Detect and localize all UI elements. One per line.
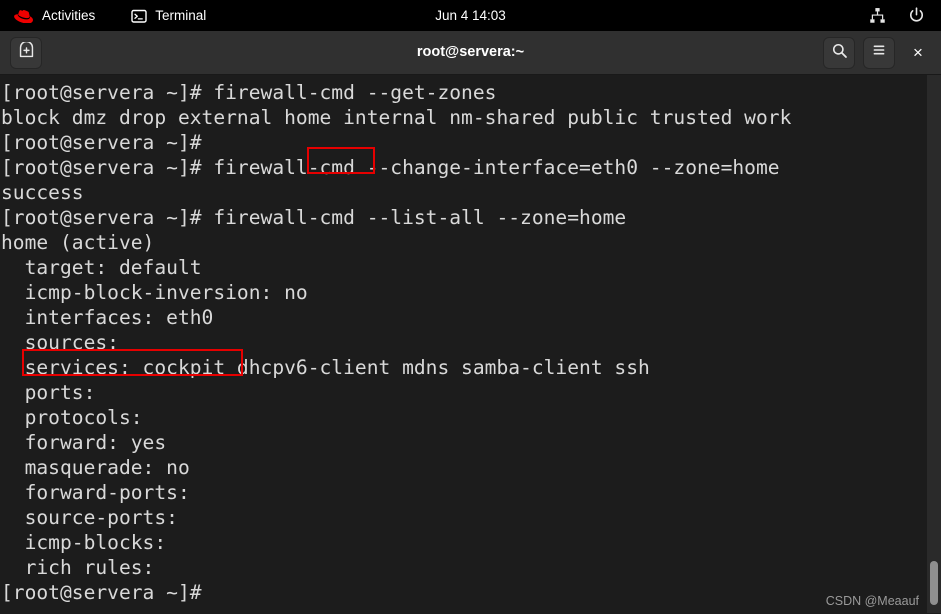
terminal-scrollbar[interactable] bbox=[927, 75, 941, 613]
new-tab-button[interactable] bbox=[10, 36, 42, 69]
activities-button[interactable]: Activities bbox=[0, 0, 105, 31]
terminal-line: rich rules: bbox=[1, 556, 155, 579]
terminal-line: block dmz drop external home internal nm… bbox=[1, 106, 792, 129]
power-icon[interactable] bbox=[908, 7, 925, 24]
terminal-line: icmp-blocks: bbox=[1, 531, 167, 554]
terminal-line: icmp-block-inversion: no bbox=[1, 281, 308, 304]
search-icon bbox=[831, 42, 848, 64]
window-header-bar: root@servera:~ × bbox=[0, 31, 941, 75]
terminal-line: services: cockpit dhcpv6-client mdns sam… bbox=[1, 356, 650, 379]
terminal-line: source-ports: bbox=[1, 506, 178, 529]
menu-button[interactable] bbox=[863, 36, 895, 69]
terminal-body[interactable]: [root@servera ~]# firewall-cmd --get-zon… bbox=[0, 75, 941, 613]
terminal-line: forward-ports: bbox=[1, 481, 190, 504]
app-menu-button[interactable]: Terminal bbox=[121, 0, 216, 31]
app-menu-label: Terminal bbox=[155, 8, 207, 23]
redhat-logo-icon bbox=[14, 9, 34, 23]
terminal-line: interfaces: eth0 bbox=[1, 306, 214, 329]
terminal-line: target: default bbox=[1, 256, 202, 279]
terminal-icon bbox=[131, 8, 147, 24]
scrollbar-thumb[interactable] bbox=[930, 561, 938, 605]
terminal-line: ports: bbox=[1, 381, 96, 404]
network-wired-icon[interactable] bbox=[869, 7, 886, 24]
terminal-line: success bbox=[1, 181, 84, 204]
terminal-line: masquerade: no bbox=[1, 456, 190, 479]
terminal-line: home (active) bbox=[1, 231, 155, 254]
search-button[interactable] bbox=[823, 36, 855, 69]
clock-label: Jun 4 14:03 bbox=[435, 8, 506, 23]
terminal-line: [root@servera ~]# bbox=[1, 581, 202, 604]
system-status-area[interactable] bbox=[869, 0, 941, 31]
window-title: root@servera:~ bbox=[416, 44, 525, 60]
new-tab-icon bbox=[18, 40, 35, 64]
terminal-line: sources: bbox=[1, 331, 119, 354]
gnome-top-bar: Activities Terminal Jun 4 14:03 bbox=[0, 0, 941, 31]
terminal-line: [root@servera ~]# bbox=[1, 131, 202, 154]
terminal-line: [root@servera ~]# firewall-cmd --get-zon… bbox=[1, 81, 497, 104]
terminal-line: forward: yes bbox=[1, 431, 167, 454]
terminal-output: [root@servera ~]# firewall-cmd --get-zon… bbox=[0, 80, 941, 605]
hamburger-menu-icon bbox=[871, 42, 887, 63]
terminal-line: [root@servera ~]# firewall-cmd --list-al… bbox=[1, 206, 627, 229]
watermark-label: CSDN @Meaauf bbox=[825, 594, 919, 608]
header-bar-actions: × bbox=[823, 31, 933, 74]
close-button[interactable]: × bbox=[903, 37, 933, 69]
terminal-window: root@servera:~ × [root@servera ~]# firew… bbox=[0, 31, 941, 614]
activities-label: Activities bbox=[42, 8, 96, 23]
terminal-line: protocols: bbox=[1, 406, 143, 429]
terminal-line: [root@servera ~]# firewall-cmd --change-… bbox=[1, 156, 780, 179]
